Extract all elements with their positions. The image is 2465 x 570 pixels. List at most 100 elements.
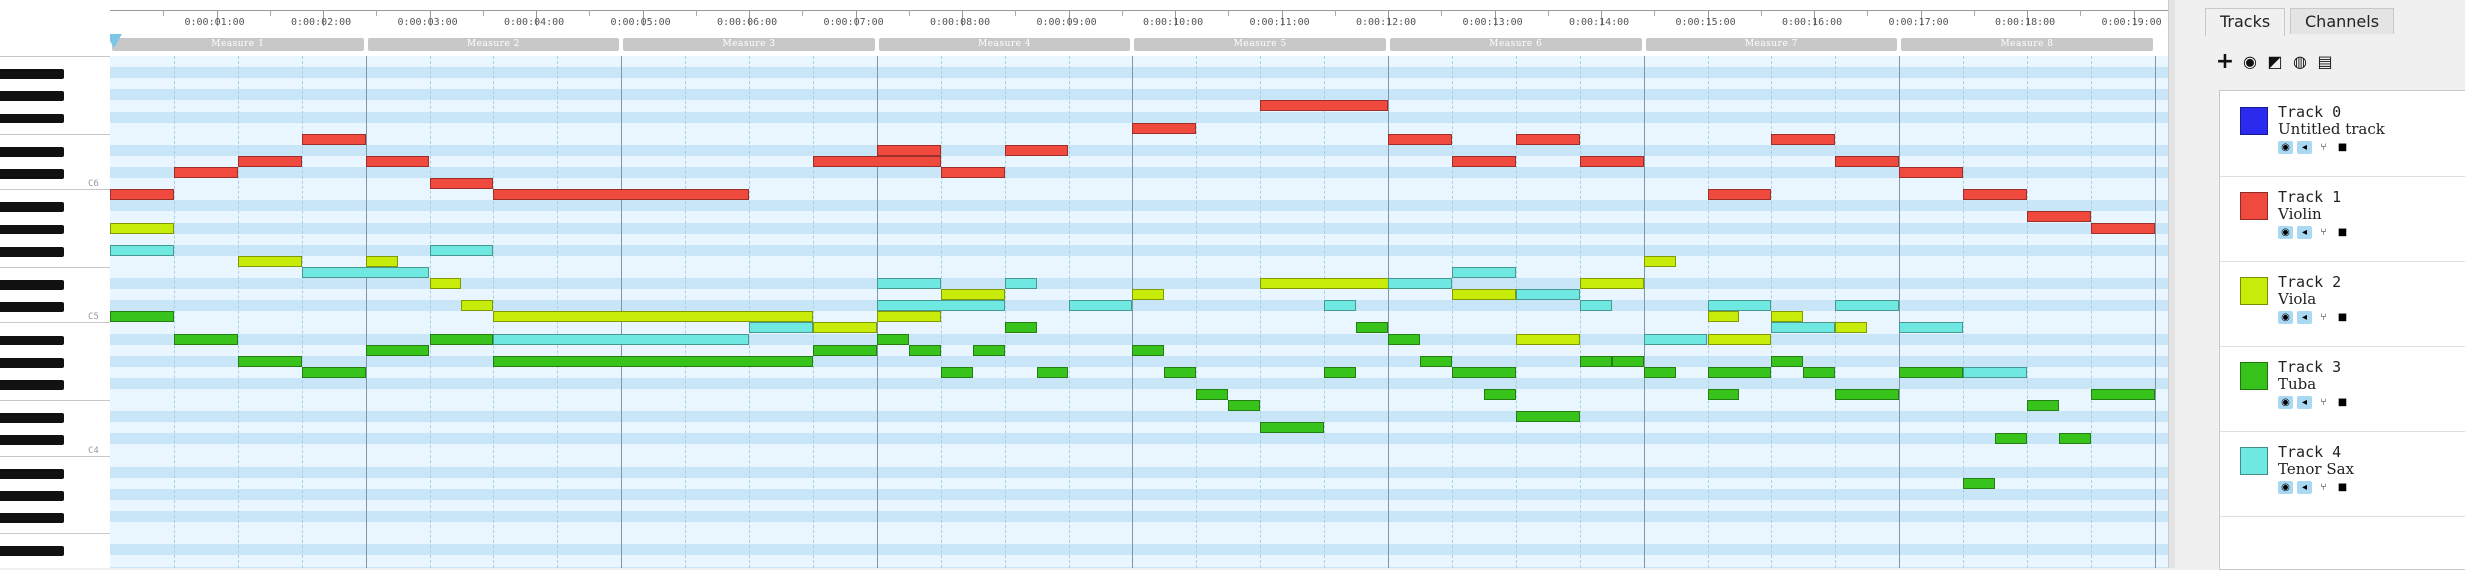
track-color-swatch[interactable] [2240,362,2268,390]
show-all-tracks-button[interactable]: ◉ [2238,48,2262,74]
track-color-swatch[interactable] [2240,447,2268,475]
track2-note[interactable] [493,311,813,323]
black-key[interactable] [0,302,64,313]
track3-note[interactable] [1419,355,1452,367]
vertical-scrollbar[interactable] [2168,0,2175,568]
track3-note[interactable] [110,311,174,323]
track3-note[interactable] [812,344,877,356]
track3-note[interactable] [1356,322,1388,334]
measure-label[interactable]: Measure 8 [1901,38,2153,51]
track3-note[interactable] [2090,389,2155,400]
track-settings-button[interactable]: ▤ [2313,48,2337,74]
black-key[interactable] [0,113,64,124]
tuning-fork-button[interactable]: ⑂ [2316,226,2331,239]
visibility-toggle[interactable]: ◉ [2278,311,2293,324]
black-key[interactable] [0,246,64,257]
track4-note[interactable] [1324,300,1357,312]
tuning-fork-button[interactable]: ⑂ [2316,141,2331,154]
track2-note[interactable] [1835,322,1868,334]
track4-note[interactable] [876,278,941,289]
track1-note[interactable] [110,189,174,201]
track1-note[interactable] [173,167,238,178]
track1-note[interactable] [940,167,1005,178]
measure-label[interactable]: Measure 6 [1390,38,1642,51]
delete-track-button[interactable]: ■ [2335,141,2350,154]
visibility-toggle[interactable]: ◉ [2278,141,2293,154]
audio-toggle[interactable]: ◂ [2297,141,2312,154]
track1-note[interactable] [1004,144,1069,156]
track-row[interactable]: Track 0 Untitled track ◉ ◂ ⑂ ■ [2220,91,2465,177]
measure-label[interactable]: Measure 3 [623,38,875,51]
time-ruler[interactable]: 0:00:01:00 0:00:02:00 0:00:03:00 0:00:04:00… [110,0,2168,57]
track3-note[interactable] [972,344,1005,356]
track4-note[interactable] [1004,278,1037,289]
track1-note[interactable] [1707,189,1772,201]
hide-all-tracks-button[interactable]: ◍ [2288,48,2312,74]
track4-note[interactable] [429,244,494,256]
delete-track-button[interactable]: ■ [2335,226,2350,239]
track3-note[interactable] [2058,433,2091,445]
measure-label[interactable]: Measure 2 [367,38,620,51]
track4-note[interactable] [749,322,813,334]
black-key[interactable] [0,91,64,102]
track3-note[interactable] [1771,355,1804,367]
track3-note[interactable] [1451,366,1516,378]
track4-note[interactable] [1707,300,1772,312]
track1-note[interactable] [1835,155,1900,167]
track2-note[interactable] [110,222,174,234]
track1-note[interactable] [1451,155,1516,167]
track3-note[interactable] [1707,389,1740,400]
black-key[interactable] [0,468,64,479]
measure-label[interactable]: Measure 5 [1134,38,1386,51]
track2-note[interactable] [1451,289,1516,301]
piano-keyboard[interactable]: C6C5C4C3 [0,56,111,568]
track3-note[interactable] [1132,344,1165,356]
track3-note[interactable] [1483,389,1516,400]
track2-note[interactable] [876,311,941,323]
track4-note[interactable] [1388,278,1452,289]
black-key[interactable] [0,513,64,524]
track2-note[interactable] [1707,333,1772,345]
track-row[interactable]: Track 1 Violin ◉ ◂ ⑂ ■ [2220,176,2465,262]
track3-note[interactable] [1995,433,2027,445]
track2-note[interactable] [365,255,398,267]
tab-tracks[interactable]: Tracks [2205,8,2286,36]
delete-track-button[interactable]: ■ [2335,396,2350,409]
track2-note[interactable] [940,289,1005,301]
track3-note[interactable] [1835,389,1900,400]
track1-note[interactable] [1771,133,1836,145]
track2-note[interactable] [429,278,462,289]
track3-note[interactable] [2027,400,2059,412]
track2-note[interactable] [1579,278,1644,289]
measure-label[interactable]: Measure 1 [112,38,364,51]
measure-label[interactable]: Measure 4 [878,38,1131,51]
track-row[interactable]: Track 3 Tuba ◉ ◂ ⑂ ■ [2220,346,2465,432]
measure-label[interactable]: Measure 7 [1645,38,1898,51]
track3-note[interactable] [1611,355,1644,367]
track-color-swatch[interactable] [2240,107,2268,135]
track2-note[interactable] [1132,289,1165,301]
track-row[interactable]: Track 2 Viola ◉ ◂ ⑂ ■ [2220,261,2465,347]
track3-note[interactable] [1004,322,1037,334]
track3-note[interactable] [1324,366,1357,378]
track1-note[interactable] [2090,222,2155,234]
track3-note[interactable] [1260,422,1325,434]
track1-note[interactable] [1388,133,1452,145]
track2-note[interactable] [1771,311,1804,323]
delete-track-button[interactable]: ■ [2335,481,2350,494]
track3-note[interactable] [493,355,813,367]
track1-note[interactable] [493,189,749,201]
track3-note[interactable] [1164,366,1197,378]
track3-note[interactable] [1803,366,1836,378]
track1-note[interactable] [1579,155,1644,167]
track4-note[interactable] [1515,289,1580,301]
track3-note[interactable] [1388,333,1420,345]
track3-note[interactable] [237,355,302,367]
track3-note[interactable] [1707,366,1772,378]
add-track-button[interactable]: + [2213,48,2237,74]
track1-note[interactable] [812,155,941,167]
audio-toggle[interactable]: ◂ [2297,396,2312,409]
track4-note[interactable] [1835,300,1900,312]
track1-note[interactable] [429,178,494,190]
track3-note[interactable] [876,333,909,345]
